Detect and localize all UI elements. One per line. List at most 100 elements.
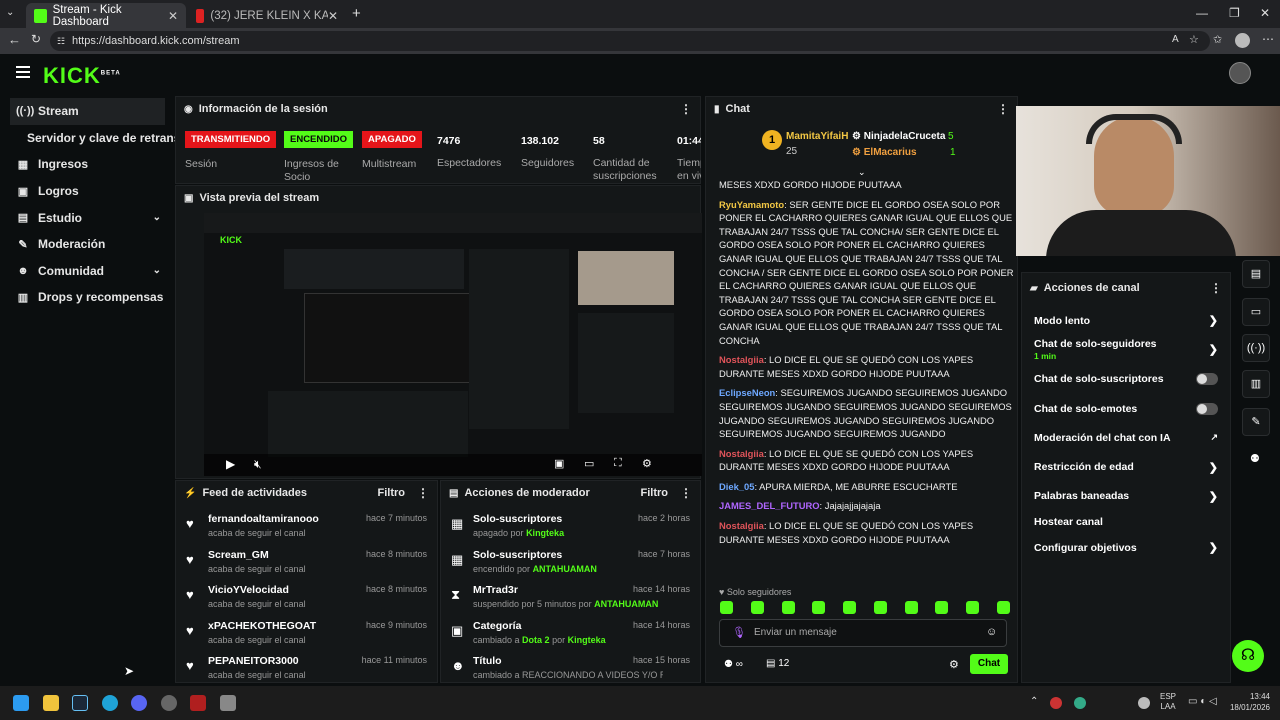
chevron-down-icon[interactable]: ⌄ (153, 265, 161, 276)
action-banned-words[interactable]: Palabras baneadas ❯ (1022, 482, 1230, 511)
url-field[interactable]: ☷ https://dashboard.kick.com/stream (50, 31, 1210, 51)
minimize-icon[interactable]: — (1196, 6, 1208, 20)
tab-kick-dashboard[interactable]: Stream - Kick Dashboard ✕ (26, 3, 186, 28)
chat-input[interactable]: 🎙︎ Enviar un mensaje ☺ (719, 619, 1007, 647)
dota-icon[interactable] (190, 695, 206, 711)
emoji-icon[interactable]: ☺ (986, 626, 997, 638)
action-age-restriction[interactable]: Restricción de edad ❯ (1022, 452, 1230, 481)
obs-icon[interactable] (161, 695, 177, 711)
mod-category[interactable]: Dota 2 (522, 635, 550, 645)
emote-icon[interactable] (750, 601, 764, 614)
chat-user[interactable]: Nostalgiia (719, 520, 764, 531)
emote-icon[interactable] (843, 601, 857, 614)
emote-icon[interactable] (996, 601, 1010, 614)
emote-icon[interactable] (904, 601, 918, 614)
new-tab-icon[interactable]: + (352, 5, 361, 22)
action-host-channel[interactable]: Hostear canal (1022, 511, 1230, 533)
site-info-icon[interactable]: ☷ (57, 31, 65, 51)
more-options-icon[interactable]: ⋮ (997, 102, 1009, 116)
tab-list-icon[interactable]: ⌄ (6, 7, 14, 18)
chat-user[interactable]: Nostalgiia (719, 354, 764, 365)
file-explorer-icon[interactable] (43, 695, 59, 711)
mute-icon[interactable]: 🔇︎ (254, 457, 262, 472)
top-gifter-1[interactable]: MamitaYifaiH (786, 131, 848, 142)
sidebar-item-stream[interactable]: ((·)) Stream (10, 98, 165, 125)
fullscreen-icon[interactable]: ⛶ (614, 457, 622, 470)
action-configure-goals[interactable]: Configurar objetivos ❯ (1022, 533, 1230, 562)
read-aloud-icon[interactable]: A (1172, 34, 1179, 45)
emote-icon[interactable] (873, 601, 887, 614)
sidebar-item-community[interactable]: ☻ Comunidad ⌄ (0, 258, 175, 285)
chat-user[interactable]: Nostalgiia (719, 448, 764, 459)
points[interactable]: ▤ 12 (766, 658, 789, 669)
mod-by[interactable]: ANTAHUAMAN (533, 564, 597, 574)
tray-mic-icon[interactable] (1138, 697, 1150, 709)
profile-icon[interactable] (1235, 33, 1250, 48)
chat-user[interactable]: JAMES_DEL_FUTURO (719, 500, 820, 511)
action-ai-moderation[interactable]: Moderación del chat con IA ↗ (1022, 423, 1230, 452)
rail-notes-icon[interactable]: ▤ (1242, 260, 1270, 288)
rail-stream-icon[interactable]: ((·)) (1242, 334, 1270, 362)
chat-user[interactable]: Diek_05 (719, 481, 754, 492)
play-icon[interactable]: ▶ (226, 457, 235, 471)
rail-tools-icon[interactable]: ✎ (1242, 408, 1270, 436)
edge-icon[interactable] (102, 695, 118, 711)
steam-icon[interactable] (72, 695, 88, 711)
favorite-icon[interactable]: ☆ (1189, 33, 1199, 46)
emotes-only-toggle[interactable] (1196, 402, 1218, 415)
theater-icon[interactable]: ▭ (584, 457, 594, 470)
network-icon[interactable]: ▭ ◐ ◁ (1188, 696, 1217, 707)
more-options-icon[interactable]: ⋮ (680, 102, 692, 116)
back-icon[interactable]: ← (8, 32, 21, 47)
restore-icon[interactable]: ❐ (1229, 6, 1240, 20)
emote-icon[interactable] (720, 601, 733, 614)
discord-icon[interactable] (131, 695, 147, 711)
sidebar-item-revenue[interactable]: ▦ Ingresos (0, 151, 175, 178)
help-button[interactable]: ☊ (1232, 640, 1264, 672)
tray-app-icon[interactable] (1074, 697, 1086, 709)
sidebar-item-achievements[interactable]: ▣ Logros (0, 178, 175, 205)
chat-user[interactable]: EclipseNeon (719, 387, 775, 398)
guests-icon[interactable]: ⚉ ∞ (724, 659, 743, 670)
pip-icon[interactable]: ▣ (554, 457, 564, 470)
sidebar-item-moderation[interactable]: ✎ Moderación (0, 231, 175, 258)
kick-logo[interactable]: KICKBETA (43, 63, 121, 89)
stream-preview[interactable]: KICK ▶ 🔇︎ ▣ ▭ ⛶ ⚙ (204, 213, 702, 476)
collections-icon[interactable]: ✩ (1213, 33, 1222, 46)
user-avatar[interactable] (1229, 62, 1251, 84)
tray-app-icon[interactable] (1050, 697, 1062, 709)
send-chat-button[interactable]: Chat (970, 654, 1008, 674)
menu-icon[interactable]: ⋯ (1262, 32, 1274, 46)
chat-settings-icon[interactable]: ⚙ (949, 658, 959, 671)
more-options-icon[interactable]: ⋮ (1210, 281, 1222, 295)
sidebar-item-studio[interactable]: ▤ Estudio ⌄ (0, 204, 175, 231)
filter-button[interactable]: Filtro (641, 487, 669, 499)
tray-chevron-icon[interactable]: ⌃ (1030, 696, 1038, 707)
close-tab-icon[interactable]: ✕ (328, 9, 338, 23)
rail-mod-icon[interactable]: ▥ (1242, 370, 1270, 398)
hamburger-icon[interactable] (16, 66, 30, 81)
action-followers-only[interactable]: Chat de solo-seguidores 1 min ❯ (1022, 335, 1230, 364)
sidebar-item-drops[interactable]: ▥ Drops y recompensas (0, 284, 175, 311)
more-options-icon[interactable]: ⋮ (417, 486, 429, 500)
settings-icon[interactable]: ⚙ (642, 457, 652, 470)
mod-by[interactable]: Kingteka (568, 635, 606, 645)
rail-chat-icon[interactable]: ▭ (1242, 298, 1270, 326)
action-subscribers-only[interactable]: Chat de solo-suscriptores (1022, 365, 1230, 394)
top-gifter-2[interactable]: ⚙ NinjadelaCruceta (852, 131, 945, 142)
mod-by[interactable]: ANTAHUAMAN (594, 599, 658, 609)
tab-youtube[interactable]: (32) JERE KLEIN X KATTEYES - TOD ✕ (188, 3, 346, 28)
close-tab-icon[interactable]: ✕ (168, 9, 178, 23)
emote-icon[interactable] (966, 601, 980, 614)
emote-icon[interactable] (935, 601, 949, 614)
emote-icon[interactable] (781, 601, 795, 614)
rail-users-icon[interactable]: ⚉ (1250, 452, 1260, 465)
subscribers-only-toggle[interactable] (1196, 373, 1218, 386)
reload-icon[interactable]: ↻ (31, 32, 41, 46)
mod-by[interactable]: Kingteka (526, 528, 564, 538)
language-indicator[interactable]: ESP LAA (1160, 692, 1176, 712)
calculator-icon[interactable] (220, 695, 236, 711)
top-gifter-3[interactable]: ⚙ ElMacarius (852, 147, 917, 158)
sidebar-item-server-key[interactable]: Servidor y clave de retransmisión (0, 125, 175, 152)
more-options-icon[interactable]: ⋮ (680, 486, 692, 500)
